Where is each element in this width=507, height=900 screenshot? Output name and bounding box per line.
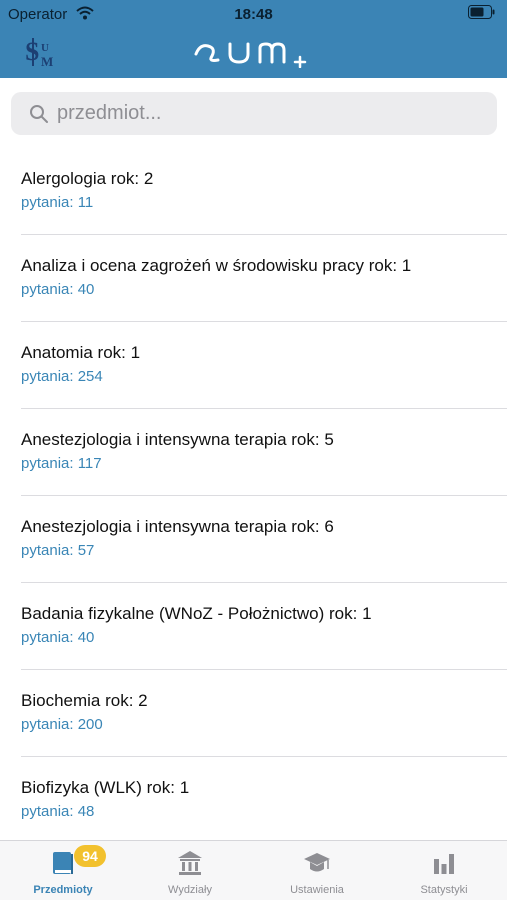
subject-title: Alergologia rok: 2	[21, 169, 154, 188]
subject-title: Biochemia rok: 2	[21, 691, 148, 710]
tab-label: Ustawienia	[290, 884, 344, 896]
subject-title: Anatomia rok: 1	[21, 343, 141, 362]
subject-list[interactable]: Alergologia rok: 2 pytania: 11 Analiza i…	[0, 148, 507, 840]
tab-statystyki[interactable]: Statystyki	[381, 841, 507, 900]
list-item[interactable]: Biofizyka (WLK) rok: 1 pytania: 48	[0, 757, 507, 840]
nav-bar: S U M	[0, 28, 507, 78]
tab-label: Przedmioty	[33, 884, 93, 896]
graduation-cap-icon	[304, 853, 330, 872]
list-item[interactable]: Analiza i ocena zagrożeń w środowisku pr…	[0, 235, 507, 322]
app-header: Operator 18:48 S U M	[0, 0, 507, 78]
question-count: pytania: 117	[21, 455, 102, 472]
list-item[interactable]: Biochemia rok: 2 pytania: 200	[0, 670, 507, 757]
university-logo-icon[interactable]: S U M	[24, 34, 60, 70]
question-count: pytania: 48	[21, 803, 95, 820]
question-count: pytania: 40	[21, 629, 95, 646]
book-icon	[53, 852, 73, 874]
list-item[interactable]: Badania fizykalne (WNoZ - Położnictwo) r…	[0, 583, 507, 670]
question-count: pytania: 200	[21, 716, 103, 733]
status-time: 18:48	[234, 6, 273, 23]
svg-text:M: M	[41, 54, 53, 69]
tab-przedmioty[interactable]: 94 Przedmioty	[0, 841, 126, 900]
question-count: pytania: 254	[21, 368, 103, 385]
question-count: pytania: 57	[21, 542, 95, 559]
tab-wydzialy[interactable]: Wydziały	[127, 841, 253, 900]
search-icon	[30, 105, 48, 123]
tab-label: Statystyki	[420, 884, 468, 896]
list-item[interactable]: Anatomia rok: 1 pytania: 254	[0, 322, 507, 409]
question-count: pytania: 11	[21, 194, 94, 211]
list-item[interactable]: Anestezjologia i intensywna terapia rok:…	[0, 409, 507, 496]
subject-title: Biofizyka (WLK) rok: 1	[21, 778, 190, 797]
subject-title: Anestezjologia i intensywna terapia rok:…	[21, 430, 334, 449]
question-count: pytania: 40	[21, 281, 95, 298]
subject-title: Analiza i ocena zagrożeń w środowisku pr…	[21, 256, 412, 275]
svg-text:U: U	[41, 42, 49, 54]
tab-badge: 94	[74, 845, 106, 867]
subject-title: Badania fizykalne (WNoZ - Położnictwo) r…	[21, 604, 372, 623]
sum-plus-logo-icon	[194, 42, 307, 68]
tab-bar: 94 Przedmioty Wydziały Ustawienia Statys…	[0, 840, 507, 900]
list-item[interactable]: Alergologia rok: 2 pytania: 11	[0, 148, 507, 235]
search-bar[interactable]	[11, 92, 497, 135]
tab-label: Wydziały	[168, 884, 212, 896]
subject-title: Anestezjologia i intensywna terapia rok:…	[21, 517, 334, 536]
list-item[interactable]: Anestezjologia i intensywna terapia rok:…	[0, 496, 507, 583]
bar-chart-icon	[434, 854, 454, 874]
status-bar: Operator 18:48	[0, 0, 507, 28]
tab-ustawienia[interactable]: Ustawienia	[254, 841, 380, 900]
building-icon	[178, 851, 202, 875]
battery-icon	[468, 5, 495, 19]
search-input[interactable]	[57, 92, 477, 135]
